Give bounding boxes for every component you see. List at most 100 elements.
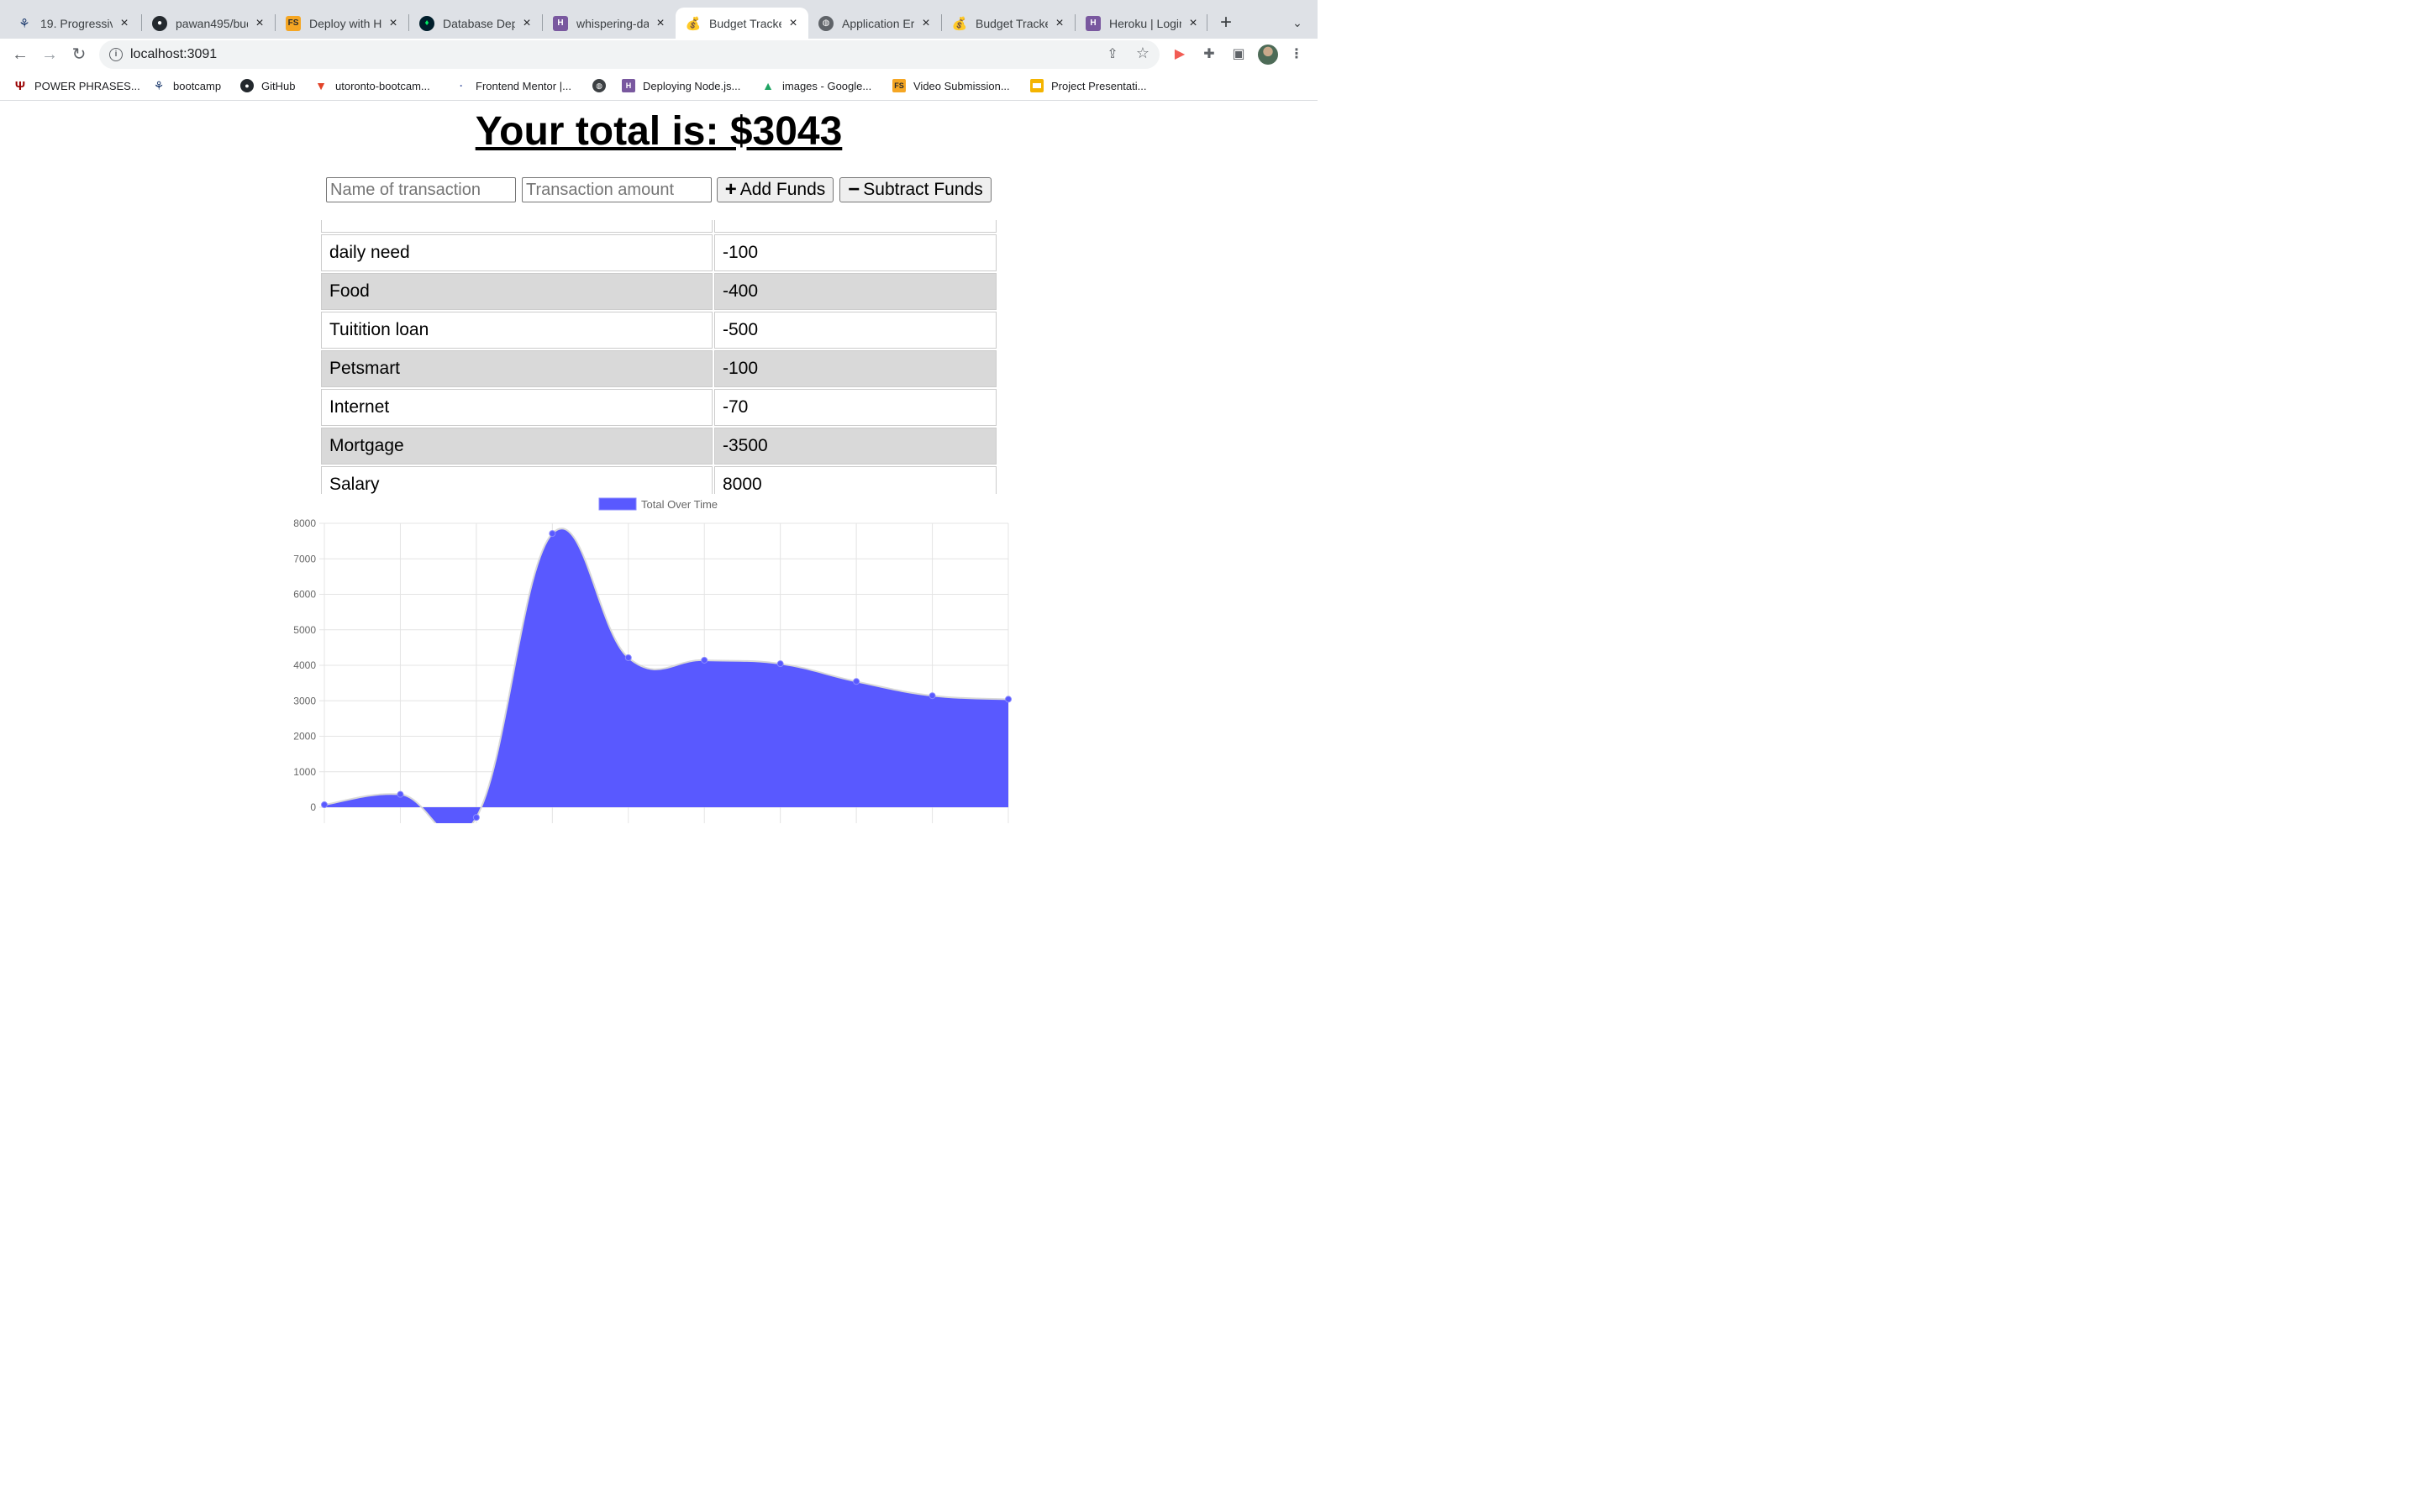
table-row: Tuitition loan -500 [321, 312, 997, 349]
bookmark-images-google[interactable]: ▲ images - Google... [761, 78, 871, 93]
browser-toolbar: ← → ↻ i localhost:3091 ⇪ ☆ ▶ ✚ ▣ ⋮ [0, 39, 1318, 71]
tab-budget-tracker-active[interactable]: 💰 Budget Tracke × [676, 8, 808, 39]
y-tick-label: 6000 [293, 589, 316, 601]
bookmark-frontend-mentor[interactable]: · Frontend Mentor |... [455, 78, 571, 93]
site-info-icon[interactable]: i [109, 48, 123, 61]
bookmark-label: bootcamp [173, 79, 222, 92]
tab-title: whispering-da [576, 16, 649, 30]
data-point [624, 654, 632, 662]
bookmark-deploying-nodejs[interactable]: H Deploying Node.js... [622, 78, 740, 93]
data-point [321, 801, 328, 809]
reload-icon[interactable]: ↻ [68, 44, 90, 66]
google-slides-icon [1030, 79, 1044, 92]
url-text[interactable]: localhost:3091 [130, 47, 217, 62]
new-tab-button[interactable]: + [1215, 12, 1237, 34]
close-icon[interactable]: × [253, 16, 266, 30]
add-funds-label: Add Funds [739, 180, 826, 199]
y-tick-label: 8000 [293, 517, 316, 529]
close-icon[interactable]: × [520, 16, 534, 30]
transaction-amount: -3500 [714, 428, 997, 465]
bookmark-label: images - Google... [782, 79, 872, 92]
plus-icon: + [724, 178, 737, 201]
profile-avatar[interactable] [1258, 45, 1278, 65]
close-icon[interactable]: × [118, 16, 131, 30]
y-tick-label: 0 [310, 801, 316, 813]
y-tick-label: 2000 [293, 731, 316, 743]
total-over-time-chart: 0 1000 2000 3000 4000 5000 6000 7000 8000 Total O… [277, 494, 1025, 823]
close-icon[interactable]: × [1186, 16, 1200, 30]
table-row: Salary 8000 [321, 466, 997, 494]
table-row: daily need -100 [321, 234, 997, 271]
close-icon[interactable]: × [387, 16, 400, 30]
bookmark-power-phrases[interactable]: Ψ POWER PHRASES... [13, 78, 140, 93]
close-icon[interactable]: × [919, 16, 933, 30]
tab-github-repo[interactable]: ● pawan495/bud × [142, 8, 275, 39]
google-drive-icon: ▲ [762, 79, 774, 92]
y-tick-label: 1000 [293, 766, 316, 778]
fs-icon: FS [892, 79, 906, 92]
transaction-name: Tuitition loan [321, 312, 713, 349]
bookmark-label: Deploying Node.js... [643, 79, 741, 92]
iu-trident-icon: Ψ [14, 78, 26, 93]
heroku-icon: H [1086, 15, 1101, 31]
chart-legend: Total Over Time [598, 497, 718, 511]
gitlab-icon: ▼ [315, 79, 327, 92]
forward-arrow-icon[interactable]: → [39, 44, 60, 66]
bookmark-globe[interactable]: ◍ [592, 78, 613, 93]
transaction-name: Mortgage [321, 428, 713, 465]
close-icon[interactable]: × [654, 16, 667, 30]
tab-title: 19. Progressive [40, 16, 113, 30]
close-icon[interactable]: × [786, 16, 800, 30]
puzzle-extensions-icon[interactable]: ✚ [1200, 45, 1218, 64]
close-icon[interactable]: × [1053, 16, 1066, 30]
address-bar[interactable]: i localhost:3091 ⇪ ☆ [99, 40, 1160, 69]
tab-title: Application Err [842, 16, 914, 30]
more-menu-icon[interactable]: ⋮ [1287, 45, 1306, 64]
tab-title: pawan495/bud [176, 16, 248, 30]
add-funds-button[interactable]: + Add Funds [717, 177, 834, 202]
transaction-amount: 8000 [714, 466, 997, 494]
transaction-name-input[interactable] [326, 177, 516, 202]
transaction-name: Salary [321, 466, 713, 494]
y-tick-label: 3000 [293, 695, 316, 706]
bookmark-utoronto-bootcamp[interactable]: ▼ utoronto-bootcam... [314, 78, 430, 93]
browser-window: ⚘ 19. Progressive × ● pawan495/bud × FS … [0, 0, 1318, 823]
y-tick-label: 5000 [293, 624, 316, 636]
tab-search-chevron-icon[interactable]: ⌄ [1287, 12, 1307, 34]
transaction-amount: -100 [714, 350, 997, 387]
transactions-table: Transaction Amount daily need -100 Food … [319, 220, 998, 494]
tab-heroku-login[interactable]: H Heroku | Login × [1076, 8, 1208, 39]
heroku-icon: H [622, 79, 635, 92]
github-icon: ● [152, 15, 167, 31]
series-area [324, 528, 1008, 823]
transactions-table-container[interactable]: Transaction Amount daily need -100 Food … [319, 220, 998, 494]
tab-whispering[interactable]: H whispering-da × [543, 8, 676, 39]
data-point [1005, 696, 1012, 703]
table-row: Internet -70 [321, 389, 997, 426]
transaction-amount-input[interactable] [522, 177, 712, 202]
bookmark-label: utoronto-bootcam... [335, 79, 430, 92]
side-panel-icon[interactable]: ▣ [1229, 45, 1248, 64]
tab-progressive[interactable]: ⚘ 19. Progressive × [7, 8, 139, 39]
back-arrow-icon[interactable]: ← [9, 44, 31, 66]
bookmark-project-presentation[interactable]: Project Presentati... [1030, 78, 1146, 93]
page-content: Your total is: $3043 + Add Funds − Subtr… [0, 102, 1318, 823]
tab-application-error[interactable]: ◍ Application Err × [808, 8, 941, 39]
y-tick-label: 4000 [293, 659, 316, 671]
subtract-funds-button[interactable]: − Subtract Funds [839, 177, 992, 202]
tab-budget-tracker[interactable]: 💰 Budget Tracke × [942, 8, 1075, 39]
bookmark-video-submission[interactable]: FS Video Submission... [892, 78, 1010, 93]
table-row: Mortgage -3500 [321, 428, 997, 465]
table-row: Food -400 [321, 273, 997, 310]
data-point [549, 530, 556, 538]
heroku-icon: H [553, 15, 568, 31]
bookmark-github[interactable]: ● GitHub [240, 78, 295, 93]
tab-deploy-heroku[interactable]: FS Deploy with He × [276, 8, 408, 39]
bookmark-bootcamp[interactable]: ⚘ bootcamp [152, 78, 221, 93]
transaction-name: Internet [321, 389, 713, 426]
bookmark-star-icon[interactable]: ☆ [1134, 45, 1151, 63]
share-icon[interactable]: ⇪ [1104, 45, 1121, 64]
transaction-name: Food [321, 273, 713, 310]
tab-database-deploy[interactable]: ♦ Database Depl × [409, 8, 542, 39]
extension-icon[interactable]: ▶ [1171, 45, 1189, 64]
